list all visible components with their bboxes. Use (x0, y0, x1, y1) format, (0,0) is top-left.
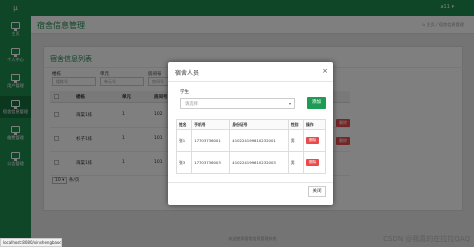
cell-name: 张1 (175, 129, 193, 152)
cell-id: 410224199610232001 (229, 129, 289, 152)
dialog-footer-divider (168, 182, 333, 183)
cell-action: 删除 (303, 129, 326, 152)
dorm-members-dialog: 宿舍人员 × 学生 请选择 ▾ 添加 姓名 手机号 身份证号 性别 操作 张1 … (168, 62, 333, 205)
chevron-down-icon: ▾ (288, 101, 291, 106)
cell-action: 删除 (303, 151, 326, 174)
table-header-row: 姓名 手机号 身份证号 性别 操作 (175, 119, 326, 130)
column-header: 操作 (303, 119, 326, 130)
column-header: 性别 (287, 119, 305, 130)
members-table: 姓名 手机号 身份证号 性别 操作 张1 17703736001 4102241… (175, 119, 326, 174)
close-button[interactable]: 关闭 (308, 186, 326, 197)
column-header: 姓名 (175, 119, 193, 130)
student-select-placeholder: 请选择 (185, 102, 198, 107)
column-header: 手机号 (191, 119, 231, 130)
status-url: localhost:8080/xinshengbaodao/index.jsp (0, 238, 62, 247)
cell-phone: 17703736001 (191, 129, 231, 152)
add-button[interactable]: 添加 (307, 97, 326, 109)
cell-id: 410224199610232003 (229, 151, 289, 174)
column-header: 身份证号 (229, 119, 289, 130)
table-row: 张3 17703736003 410224199610232003 男 删除 (175, 151, 326, 174)
dialog-header: 宿舍人员 × (168, 62, 333, 82)
close-icon[interactable]: × (322, 67, 328, 75)
dialog-title: 宿舍人员 (175, 70, 200, 77)
cell-phone: 17703736003 (191, 151, 231, 174)
student-select[interactable]: 请选择 ▾ (180, 98, 295, 109)
delete-button[interactable]: 删除 (306, 137, 320, 144)
cell-sex: 男 (287, 129, 305, 152)
delete-button[interactable]: 删除 (306, 159, 320, 166)
cell-sex: 男 (287, 151, 305, 174)
table-row: 张1 17703736001 410224199610232001 男 删除 (175, 129, 326, 152)
cell-name: 张3 (175, 151, 193, 174)
student-label: 学生 (180, 90, 189, 95)
